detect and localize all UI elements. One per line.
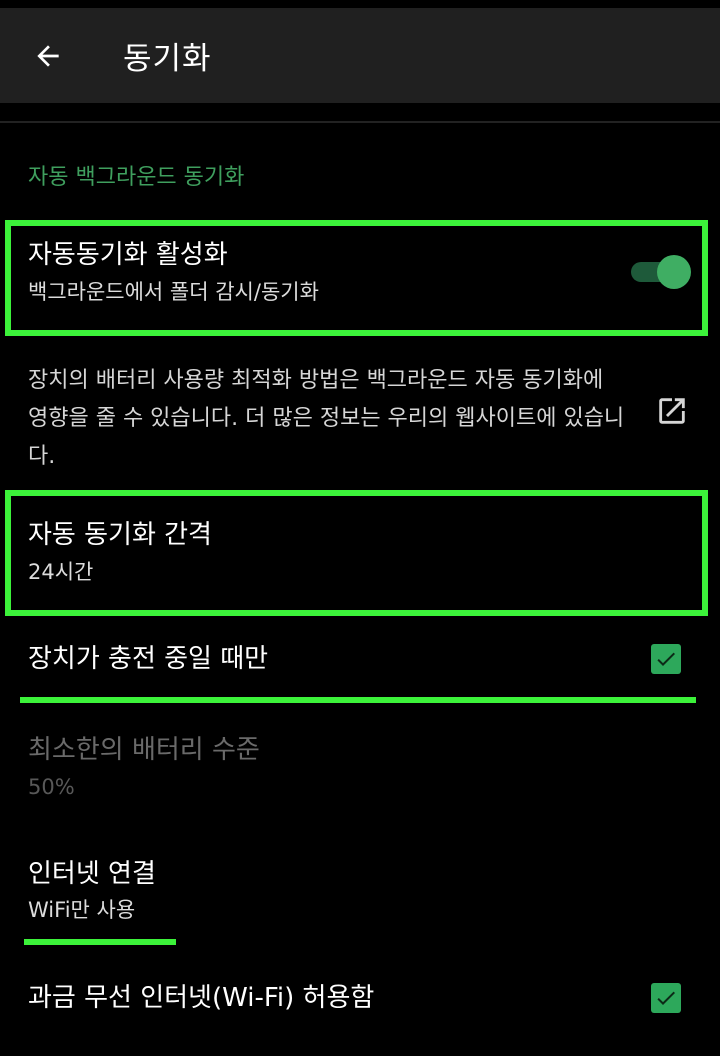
arrow-back-icon (37, 45, 59, 67)
internet-summary: WiFi만 사용 (28, 898, 136, 922)
sync-interval-summary: 24시간 (28, 560, 94, 584)
internet-title: 인터넷 연결 (28, 859, 156, 889)
app-bar: 동기화 (0, 8, 720, 103)
auto-sync-title: 자동동기화 활성화 (28, 240, 228, 270)
auto-sync-row[interactable]: 자동동기화 활성화 백그라운드에서 폴더 감시/동기화 (0, 222, 720, 334)
min-battery-title: 최소한의 배터리 수준 (28, 735, 260, 765)
metered-wifi-title: 과금 무선 인터넷(Wi-Fi) 허용함 (28, 983, 375, 1013)
back-button[interactable] (26, 36, 70, 76)
charging-only-row[interactable]: 장치가 충전 중일 때만 (0, 620, 720, 700)
open-external-icon[interactable] (655, 394, 689, 428)
internet-row[interactable]: 인터넷 연결 WiFi만 사용 (0, 840, 720, 940)
min-battery-summary: 50% (28, 775, 75, 799)
battery-info-text: 장치의 배터리 사용량 최적화 방법은 백그라운드 자동 동기화에 영향을 줄 … (28, 368, 625, 469)
auto-sync-toggle[interactable] (631, 255, 691, 289)
sync-interval-row[interactable]: 자동 동기화 간격 24시간 (0, 500, 720, 612)
auto-sync-summary: 백그라운드에서 폴더 감시/동기화 (28, 280, 319, 304)
charging-only-title: 장치가 충전 중일 때만 (28, 644, 269, 674)
check-icon (657, 991, 675, 1005)
charging-only-checkbox[interactable] (651, 644, 681, 674)
metered-wifi-checkbox[interactable] (651, 983, 681, 1013)
sync-settings-screen: 동기화 자동 백그라운드 동기화 자동동기화 활성화 백그라운드에서 폴더 감시… (0, 0, 720, 1056)
divider (0, 121, 720, 123)
sync-interval-title: 자동 동기화 간격 (28, 520, 212, 550)
toggle-thumb (657, 255, 691, 289)
page-title: 동기화 (123, 41, 212, 77)
section-header: 자동 백그라운드 동기화 (28, 165, 245, 190)
check-icon (657, 652, 675, 666)
min-battery-row: 최소한의 배터리 수준 50% (0, 715, 720, 815)
metered-wifi-row[interactable]: 과금 무선 인터넷(Wi-Fi) 허용함 (0, 960, 720, 1040)
